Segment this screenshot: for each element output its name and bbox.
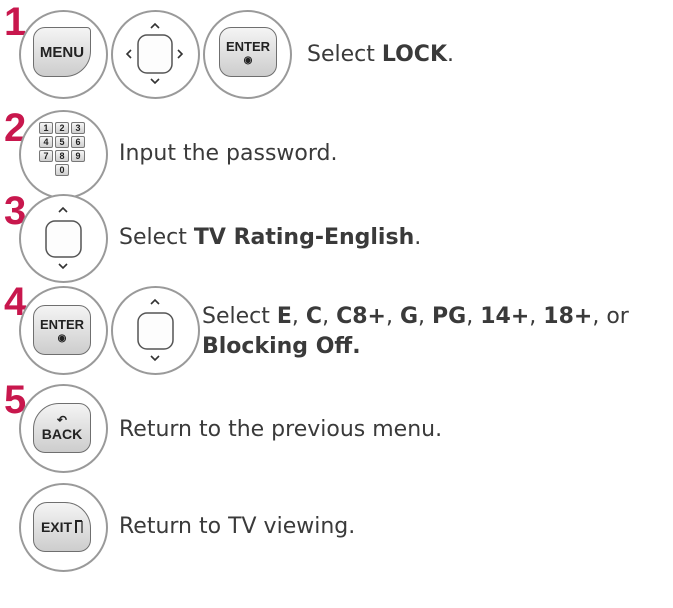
- rating-option: C8+: [336, 304, 386, 329]
- numpad-key[interactable]: 2: [55, 122, 69, 134]
- numpad-key[interactable]: 6: [71, 136, 85, 148]
- step-1-text-post: .: [447, 42, 455, 67]
- rating-option: 18+: [543, 304, 593, 329]
- back-key-label: BACK: [41, 426, 83, 442]
- rating-option: PG: [432, 304, 467, 329]
- step-2-text: Input the password.: [119, 141, 338, 166]
- rating-option: C: [305, 304, 323, 329]
- step-3-text-pre: Select: [119, 225, 194, 250]
- separator: ,: [418, 304, 433, 329]
- enter-key[interactable]: ENTER ◉: [33, 305, 91, 355]
- step-4-text-pre: Select: [202, 304, 277, 329]
- rating-option: G: [399, 304, 419, 329]
- menu-key[interactable]: MENU: [33, 27, 91, 77]
- numpad-key[interactable]: 9: [71, 150, 85, 162]
- step-1-text-pre: Select: [307, 42, 382, 67]
- separator: ,: [529, 304, 544, 329]
- exit-key[interactable]: EXIT: [33, 502, 91, 552]
- numpad-key[interactable]: 1: [39, 122, 53, 134]
- navigation-pad-icon[interactable]: [111, 10, 200, 99]
- up-down-arrow-icon[interactable]: [111, 286, 200, 375]
- blocking-off-option: Blocking Off.: [202, 334, 361, 359]
- numpad-key[interactable]: 4: [39, 136, 53, 148]
- enter-key-label: ENTER: [225, 38, 271, 54]
- numpad-key[interactable]: 7: [39, 150, 53, 162]
- step-5-text: Return to the previous menu.: [119, 417, 443, 442]
- enter-dot-icon: ◉: [57, 332, 67, 344]
- separator: ,: [385, 304, 400, 329]
- exit-door-icon: [75, 520, 83, 533]
- step-exit-text: Return to TV viewing.: [119, 514, 356, 539]
- rating-option: 14+: [480, 304, 530, 329]
- step-1-text: Select LOCK.: [307, 40, 454, 70]
- separator: , or: [592, 304, 629, 329]
- numpad-key[interactable]: 5: [55, 136, 69, 148]
- step-3-text-post: .: [414, 225, 422, 250]
- numpad-key[interactable]: 8: [55, 150, 69, 162]
- enter-key-label: ENTER: [39, 316, 85, 332]
- step-4-text-line-1: Select E, C, C8+, G, PG, 14+, 18+, or: [202, 302, 629, 332]
- separator: ,: [291, 304, 306, 329]
- separator: ,: [322, 304, 337, 329]
- step-3-text-bold: TV Rating-English: [193, 225, 415, 250]
- exit-key-label: EXIT: [40, 519, 73, 535]
- separator: ,: [466, 304, 481, 329]
- numpad-key[interactable]: 0: [55, 164, 69, 176]
- enter-key[interactable]: ENTER ◉: [219, 27, 277, 77]
- back-key[interactable]: ↶ BACK: [33, 403, 91, 453]
- back-arrow-icon: ↶: [56, 413, 68, 427]
- number-keypad-icon[interactable]: 1 2 3 4 5 6 7 8 9 0: [39, 122, 85, 176]
- step-4-text-line-2: Blocking Off.: [202, 332, 361, 362]
- step-1-text-bold: LOCK: [381, 42, 448, 67]
- up-down-arrow-icon[interactable]: [19, 194, 108, 283]
- menu-key-label: MENU: [39, 43, 85, 61]
- rating-option: E: [276, 304, 292, 329]
- step-3-text: Select TV Rating-English.: [119, 223, 421, 253]
- numpad-key[interactable]: 3: [71, 122, 85, 134]
- enter-dot-icon: ◉: [243, 54, 253, 66]
